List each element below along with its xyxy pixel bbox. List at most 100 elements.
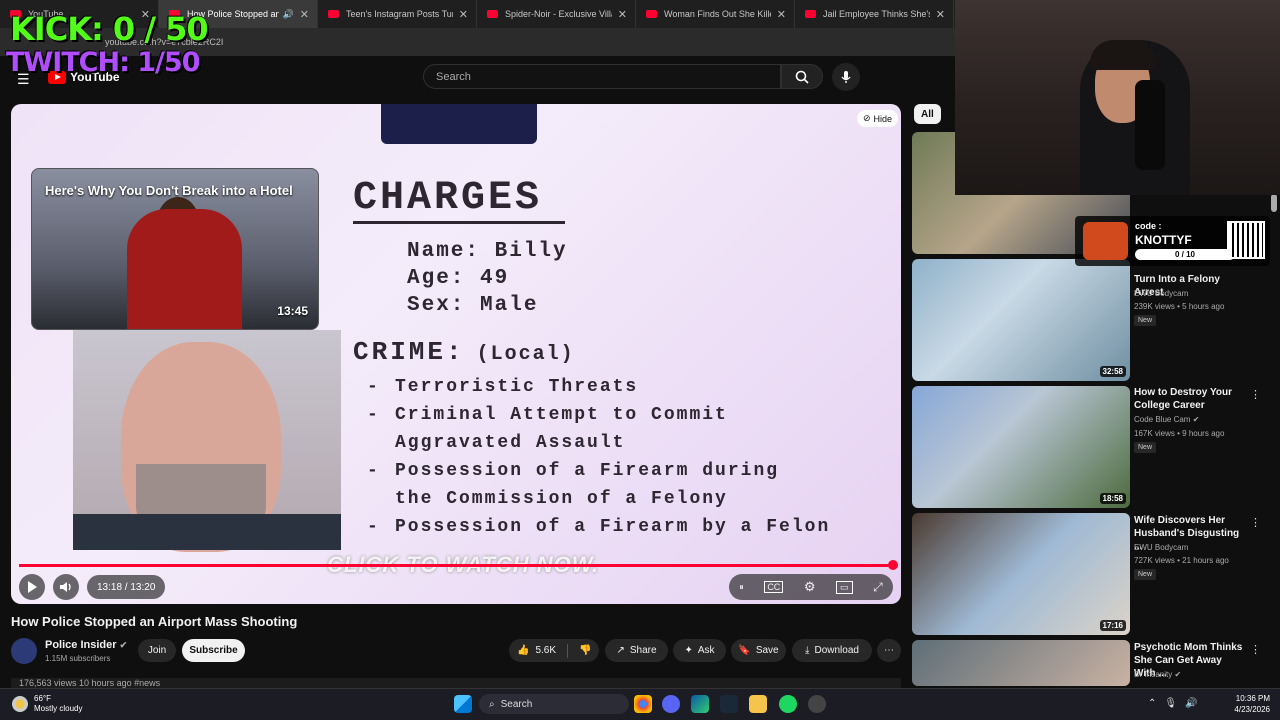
code-label: code : xyxy=(1135,221,1162,231)
download-icon: ⤓ xyxy=(805,645,810,656)
more-icon: ⋯ xyxy=(884,645,894,656)
close-tab-icon[interactable]: ✕ xyxy=(777,8,786,21)
close-tab-icon[interactable]: ✕ xyxy=(618,8,627,21)
recommended-thumbnail[interactable]: 32:58 xyxy=(912,259,1130,381)
crime-heading: CRIME: (Local) xyxy=(353,337,830,367)
download-button[interactable]: ⤓ Download xyxy=(792,639,872,662)
share-button[interactable]: ↗ Share xyxy=(605,639,668,662)
recommended-channel[interactable]: EWU Bodycam xyxy=(1134,289,1188,298)
close-tab-icon[interactable]: ✕ xyxy=(300,8,309,21)
fullscreen-icon[interactable]: ⤢ xyxy=(873,580,883,595)
more-options-icon[interactable]: ⋮ xyxy=(1250,388,1261,401)
card-thumbnail-figure xyxy=(127,209,242,329)
recommended-thumbnail[interactable] xyxy=(912,640,1130,686)
sidebar-scrollbar[interactable] xyxy=(1271,192,1277,682)
hide-card-button[interactable]: ⊘ Hide xyxy=(857,110,899,127)
ask-button[interactable]: ✦ Ask xyxy=(673,639,726,662)
time-display: 13:18 / 13:20 xyxy=(87,575,166,599)
weather-widget[interactable]: 66°F Mostly cloudy xyxy=(12,694,82,714)
scrollbar-thumb[interactable] xyxy=(1271,194,1277,212)
crime-item: - Terroristic Threats xyxy=(367,377,639,397)
qr-code-icon xyxy=(1227,221,1265,259)
more-actions-button[interactable]: ⋯ xyxy=(877,639,901,662)
clock-time: 10:36 PM xyxy=(1235,694,1270,703)
more-options-icon[interactable]: ⋮ xyxy=(1250,643,1261,656)
recommended-meta: 239K views • 5 hours ago xyxy=(1134,302,1225,311)
system-tray[interactable]: ⌃🎙🔊 xyxy=(1148,698,1206,709)
subtitles-icon[interactable]: CC xyxy=(764,581,784,593)
browser-tab[interactable]: Jail Employee Thinks She's Abo ✕ xyxy=(795,0,954,28)
theater-mode-icon[interactable]: ▭ xyxy=(836,580,853,594)
play-button[interactable] xyxy=(19,574,45,600)
temperature: 66°F xyxy=(34,694,51,703)
file-explorer-icon[interactable] xyxy=(749,695,767,713)
hide-label: Hide xyxy=(873,113,893,124)
recommended-title[interactable]: How to Destroy Your College Career xyxy=(1134,386,1244,412)
more-options-icon[interactable]: ⋮ xyxy=(1250,516,1261,529)
spotify-icon[interactable] xyxy=(779,695,797,713)
close-tab-icon[interactable]: ✕ xyxy=(459,8,468,21)
recommended-thumbnail[interactable]: 17:16 xyxy=(912,513,1130,635)
video-player[interactable]: ⊘ Hide Here's Why You Don't Break into a … xyxy=(11,104,901,604)
like-count: 5.6K xyxy=(535,645,557,656)
end-screen-video-card[interactable]: Here's Why You Don't Break into a Hotel … xyxy=(31,168,319,330)
microphone-icon xyxy=(841,71,851,83)
like-button[interactable]: 👍 5.6K xyxy=(517,645,556,656)
subscribe-button[interactable]: Subscribe xyxy=(182,639,245,662)
streamer-hair xyxy=(1090,40,1156,70)
save-button[interactable]: 🔖 Save xyxy=(731,639,786,662)
new-badge: New xyxy=(1134,442,1157,453)
browser-tab[interactable]: Woman Finds Out She Killed Hi ✕ xyxy=(636,0,795,28)
recommended-meta: 167K views • 9 hours ago xyxy=(1134,429,1225,438)
verified-icon: ✔ xyxy=(1174,670,1182,679)
youtube-favicon-icon xyxy=(646,10,657,18)
kick-sub-counter: KICK: 0 / 50 xyxy=(10,10,209,48)
volume-button[interactable] xyxy=(53,574,79,600)
chrome-icon[interactable] xyxy=(634,695,652,713)
code-value: KNOTTYF xyxy=(1135,233,1192,247)
recommended-channel[interactable]: Dr Insanity ✔ xyxy=(1134,670,1181,679)
tab-title: Jail Employee Thinks She's Abo xyxy=(823,9,930,19)
chevron-up-icon: ⌃ xyxy=(1148,698,1165,709)
new-badge: New xyxy=(1134,315,1157,326)
suspect-info: Name: Billy Age: 49 Sex: Male xyxy=(407,238,830,319)
streamer-webcam xyxy=(955,0,1280,195)
search-button[interactable] xyxy=(781,64,823,89)
youtube-favicon-icon xyxy=(328,10,339,18)
recommended-channel[interactable]: Code Blue Cam ✔ xyxy=(1134,415,1199,424)
play-icon xyxy=(28,581,37,593)
windows-start-icon[interactable] xyxy=(454,695,472,713)
discord-icon[interactable] xyxy=(662,695,680,713)
steam-icon[interactable] xyxy=(720,695,738,713)
search-icon xyxy=(795,70,809,84)
speaker-icon[interactable]: 🔊 xyxy=(283,9,294,20)
crime-item: - Possession of a Firearm during xyxy=(367,461,780,481)
join-button[interactable]: Join xyxy=(138,639,176,662)
weather-condition: Mostly cloudy xyxy=(34,704,83,713)
filter-chip-all[interactable]: All xyxy=(914,104,941,124)
browser-tab[interactable]: Teen's Instagram Posts Turn Int ✕ xyxy=(318,0,477,28)
recommended-channel[interactable]: EWU Bodycam xyxy=(1134,543,1188,552)
crime-title: CRIME: xyxy=(353,337,465,367)
progress-bar[interactable] xyxy=(19,564,893,567)
app-icon[interactable] xyxy=(808,695,826,713)
dislike-button[interactable]: 👎 xyxy=(579,645,591,656)
taskbar-search[interactable]: ⌕ Search xyxy=(479,694,629,714)
recommended-thumbnail[interactable]: 18:58 xyxy=(912,386,1130,508)
crime-scope: (Local) xyxy=(476,343,575,366)
taskbar-clock[interactable]: 10:36 PM 4/23/2026 xyxy=(1222,693,1270,715)
close-tab-icon[interactable]: ✕ xyxy=(936,8,945,21)
divider xyxy=(567,643,569,658)
search-input[interactable]: Search xyxy=(423,64,781,89)
channel-avatar[interactable] xyxy=(11,638,37,664)
channel-name[interactable]: Police Insider ✔ xyxy=(45,639,127,651)
code-progress: 0 / 10 xyxy=(1135,249,1235,260)
browser-tab[interactable]: Spider-Noir - Exclusive Villains ✕ xyxy=(477,0,636,28)
pause-autoplay-icon[interactable]: ⏸ xyxy=(739,582,744,593)
settings-gear-icon[interactable]: ⚙ xyxy=(804,579,816,595)
tab-title: Woman Finds Out She Killed Hi xyxy=(664,9,771,19)
edge-icon[interactable] xyxy=(691,695,709,713)
voice-search-button[interactable] xyxy=(832,63,860,91)
thumbs-down-icon: 👎 xyxy=(579,645,592,656)
crime-item: - Possession of a Firearm by a Felon xyxy=(367,517,831,537)
